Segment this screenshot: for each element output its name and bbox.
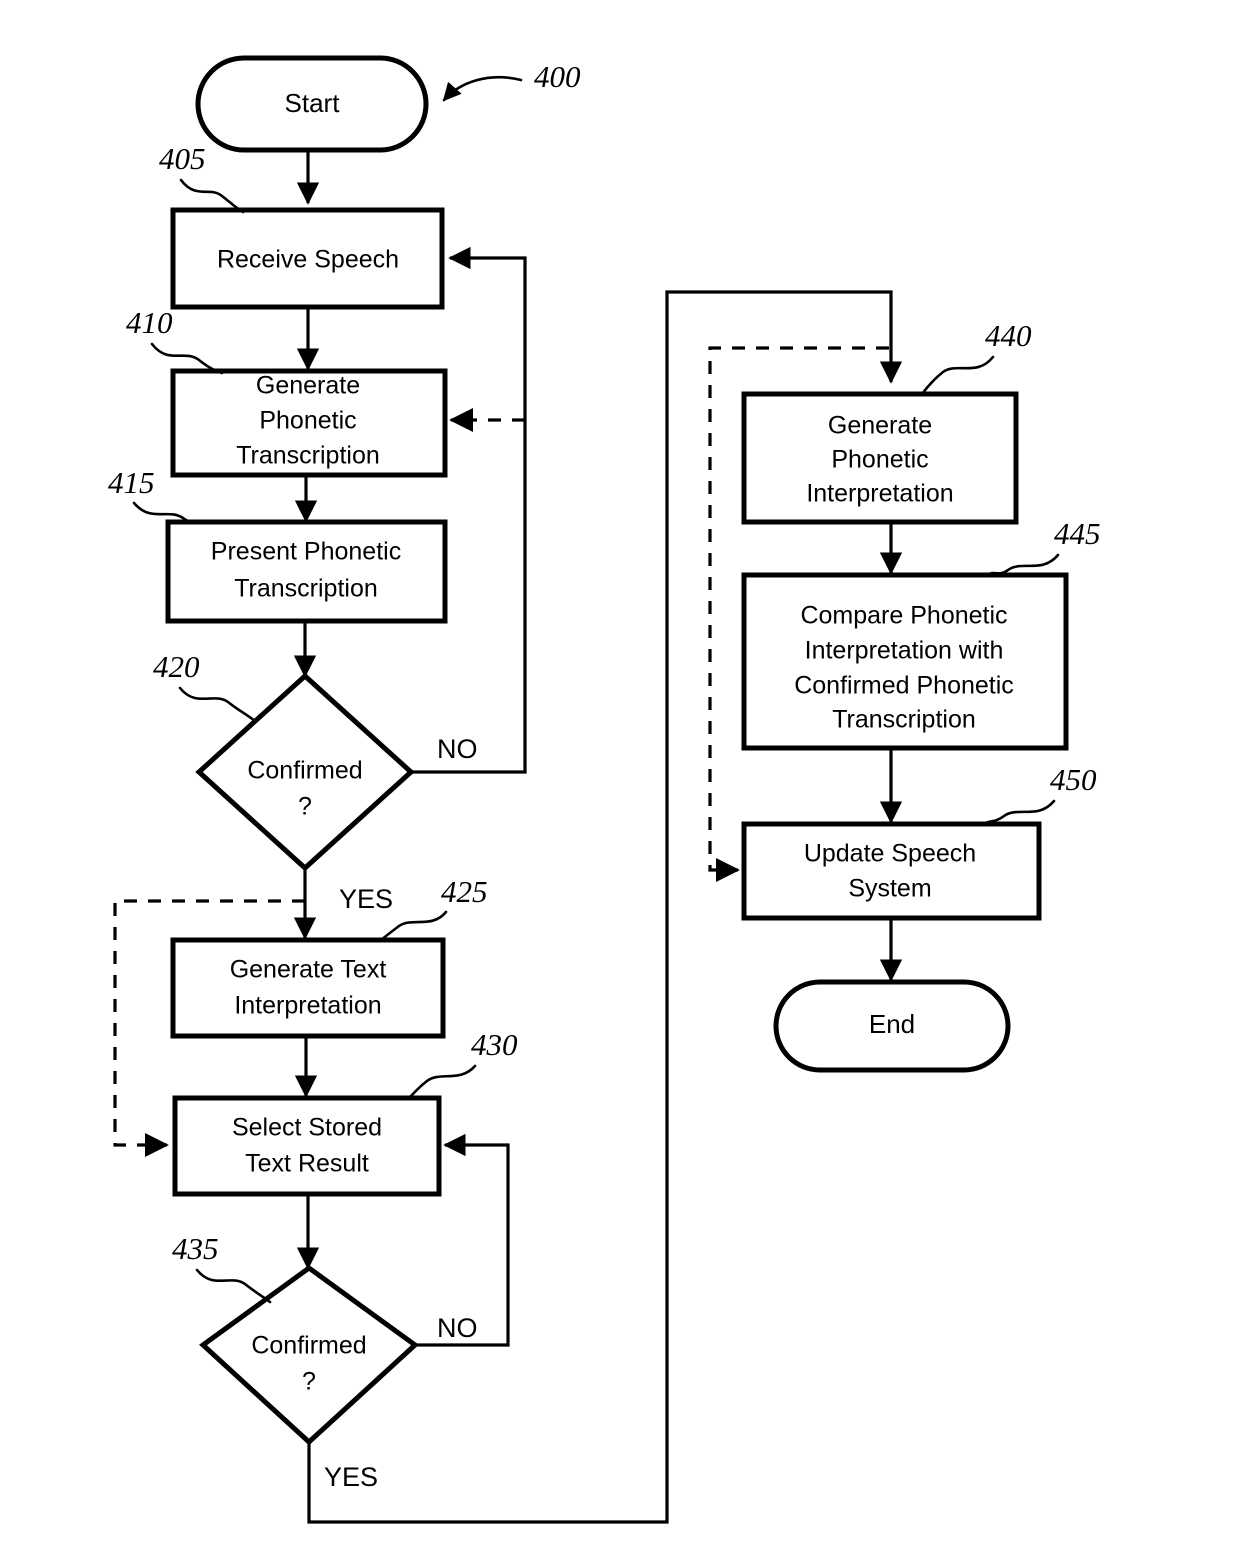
edge-420-no-to-405 (411, 246, 527, 774)
update-speech-system-shape (741, 821, 1042, 921)
node-generate-phonetic-transcription: Generate Phonetic Transcription (170, 368, 448, 478)
node-generate-phonetic-interpretation: Generate Phonetic Interpretation (741, 391, 1019, 525)
ref-numeral-435: 435 (172, 1231, 219, 1266)
leader-445 (986, 553, 1060, 577)
sstr-line2: Text Result (245, 1150, 369, 1178)
start-label: Start (285, 88, 341, 118)
ppt-line1: Present Phonetic (211, 538, 401, 566)
generate-text-interpretation-shape (170, 937, 446, 1039)
branch-label-435-no: NO (437, 1313, 478, 1343)
node-present-phonetic-transcription: Present Phonetic Transcription (165, 519, 448, 624)
ref-numeral-440: 440 (985, 318, 1032, 353)
ref-numeral-430: 430 (471, 1027, 518, 1062)
gpi-line3: Interpretation (806, 480, 953, 508)
gti-line1: Generate Text (230, 956, 387, 984)
cmp-line3: Confirmed Phonetic (794, 672, 1014, 700)
sstr-line1: Select Stored (232, 1114, 382, 1142)
branch-label-420-yes: YES (339, 884, 393, 914)
confirmed-435-line2: ? (302, 1368, 316, 1396)
node-compare-phonetic: Compare Phonetic Interpretation with Con… (741, 572, 1069, 751)
confirmed-420-line1: Confirmed (247, 757, 362, 785)
leader-440 (920, 355, 995, 396)
gpt-line2: Phonetic (259, 407, 356, 435)
branch-label-420-no: NO (437, 734, 478, 764)
leader-400 (442, 75, 523, 102)
leader-435 (195, 1268, 272, 1304)
node-select-stored-text-result: Select Stored Text Result (172, 1095, 442, 1197)
leader-420 (178, 686, 257, 723)
gti-line2: Interpretation (234, 992, 381, 1020)
node-receive-speech: Receive Speech (170, 207, 445, 310)
leader-430 (407, 1064, 477, 1100)
ref-numeral-415: 415 (108, 465, 155, 500)
ref-numeral-420: 420 (153, 649, 200, 684)
gpt-line3: Transcription (236, 442, 380, 470)
flowchart-canvas: Start Receive Speech Generate Phonetic T… (108, 55, 1101, 1524)
patent-figure: Start Receive Speech Generate Phonetic T… (0, 0, 1240, 1546)
leader-405 (179, 178, 245, 214)
select-stored-text-result-shape (172, 1095, 442, 1197)
ppt-line2: Transcription (234, 575, 378, 603)
end-label: End (869, 1009, 915, 1039)
ref-numeral-405: 405 (159, 141, 206, 176)
ref-numeral-400: 400 (534, 59, 581, 94)
cmp-line4: Transcription (832, 706, 976, 734)
cmp-line1: Compare Phonetic (800, 602, 1007, 630)
ref-numeral-445: 445 (1054, 516, 1101, 551)
confirmed-435-line1: Confirmed (251, 1332, 366, 1360)
ref-numeral-450: 450 (1050, 762, 1097, 797)
branch-label-435-yes: YES (324, 1462, 378, 1492)
node-end: End (773, 979, 1011, 1073)
cmp-line2: Interpretation with (805, 637, 1004, 665)
gpt-line1: Generate (256, 372, 360, 400)
leader-425 (379, 910, 448, 942)
uss-line1: Update Speech (804, 840, 976, 868)
gpi-line1: Generate (828, 412, 932, 440)
receive-speech-label: Receive Speech (217, 246, 399, 274)
node-confirmed-435: Confirmed ? (199, 1264, 419, 1446)
confirmed-420-line2: ? (298, 793, 312, 821)
node-start: Start (195, 55, 429, 153)
node-update-speech-system: Update Speech System (741, 821, 1042, 921)
uss-line2: System (848, 875, 931, 903)
node-generate-text-interpretation: Generate Text Interpretation (170, 937, 446, 1039)
ref-numeral-425: 425 (441, 874, 488, 909)
ref-numeral-410: 410 (126, 305, 173, 340)
leader-450 (982, 799, 1056, 826)
gpi-line2: Phonetic (831, 446, 928, 474)
